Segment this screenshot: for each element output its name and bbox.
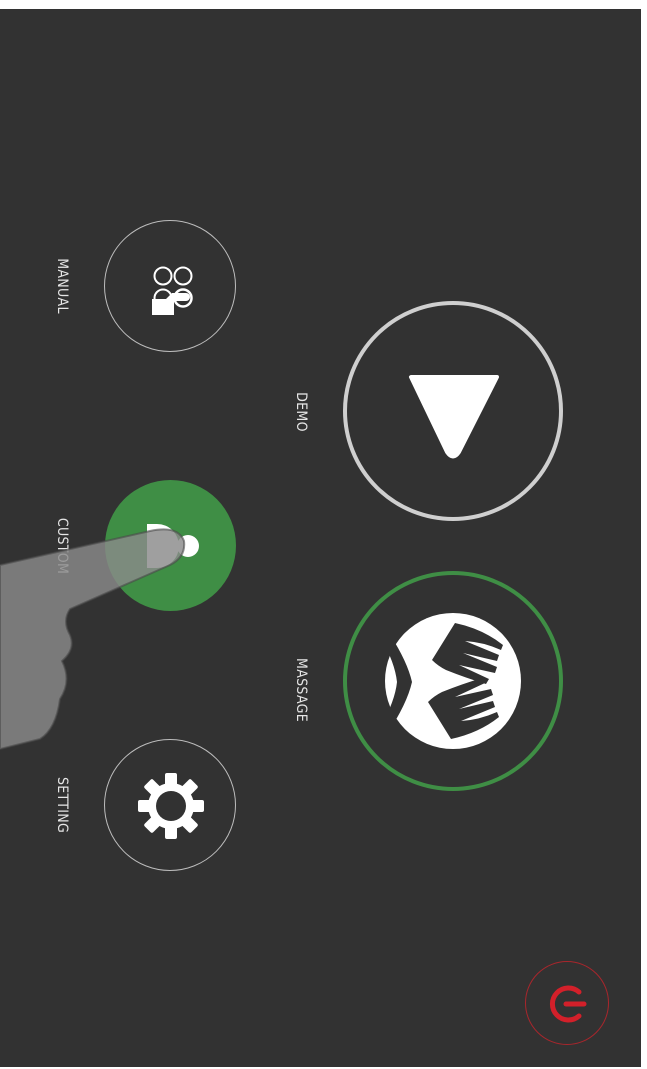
manual-button[interactable] — [104, 220, 236, 352]
app-screen: MANUAL CUSTOM SETTING DEMO MASSAGE — [0, 9, 641, 1067]
setting-button[interactable] — [104, 739, 236, 871]
massage-label: MASSAGE — [293, 658, 309, 722]
manual-label: MANUAL — [54, 258, 70, 314]
custom-button[interactable] — [105, 480, 236, 611]
power-icon — [549, 985, 587, 1023]
custom-icon — [147, 524, 199, 568]
massage-hands-icon — [381, 613, 521, 749]
massage-button[interactable] — [343, 571, 563, 791]
manual-select-icon — [152, 266, 193, 315]
play-triangle-icon — [409, 375, 499, 459]
pointing-hand-icon — [0, 528, 186, 751]
gear-icon — [138, 773, 204, 839]
demo-button[interactable] — [343, 301, 563, 521]
custom-label: CUSTOM — [54, 517, 70, 575]
power-button[interactable] — [525, 961, 609, 1045]
setting-label: SETTING — [54, 776, 70, 834]
demo-label: DEMO — [293, 392, 309, 432]
